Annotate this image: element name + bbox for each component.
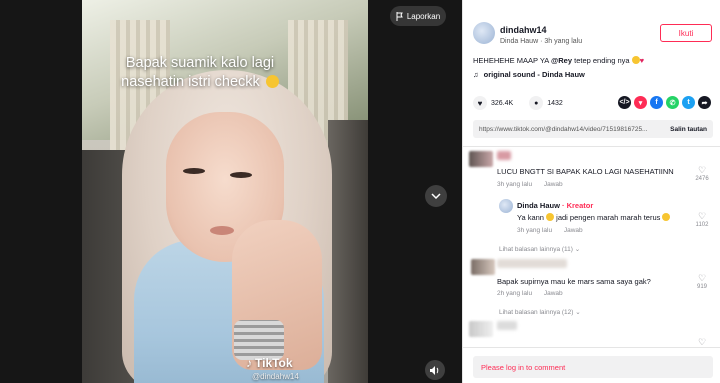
reply-button[interactable]: Jawab (564, 227, 583, 234)
share-arrow-icon[interactable]: ➦ (698, 96, 711, 109)
share-icons: </> ▾ f ✆ t ➦ (618, 96, 711, 109)
view-more-label: Lihat balasan lainnya (11) (499, 246, 573, 253)
commenter-avatar[interactable] (469, 321, 493, 337)
post-time: 3h yang lalu (544, 38, 583, 45)
reply-author-name[interactable]: Dinda Hauw (517, 201, 560, 210)
car-door (328, 120, 368, 383)
comment-like-count: 919 (696, 284, 707, 290)
creator-badge: · Kreator (562, 201, 594, 210)
comment-text: LUCU BNGTT SI BAPAK KALO LAGI NASEHATIIN… (497, 167, 674, 176)
like-count: 326.4K (491, 99, 514, 107)
tiktok-logo-icon: ♪ (246, 356, 252, 370)
post-description: HEHEHEHE MAAP YA @Rey tetep ending nya ♥ (473, 56, 644, 65)
author-avatar[interactable] (473, 22, 495, 44)
laughing-emoji-icon (265, 75, 279, 88)
person-eye-right (230, 172, 252, 178)
author-display-name: Dinda Hauw (500, 38, 539, 45)
comment-like-button[interactable]: ♡ 2476 (695, 165, 709, 182)
embed-icon[interactable]: </> (618, 96, 631, 109)
commenter-name[interactable] (497, 321, 517, 332)
chevron-down-icon: ⌄ (574, 246, 581, 253)
login-to-comment-button[interactable]: Please log in to comment (473, 356, 713, 378)
author-subline: Dinda Hauw · 3h yang lalu (500, 38, 582, 45)
video-caption: Bapak suamik kalo lagi nasehatin istri c… (100, 54, 300, 92)
reply-button[interactable]: Jawab (544, 181, 563, 188)
send-icon[interactable]: ▾ (634, 96, 647, 109)
tiktok-brand: TikTok (255, 356, 293, 370)
person-eye-left (183, 168, 205, 174)
twitter-icon[interactable]: t (682, 96, 695, 109)
reply-text-b: jadi pengen marah marah terus (554, 213, 663, 222)
flag-icon (396, 11, 403, 21)
comment-text: Bapak supirnya mau ke mars sama saya gak… (497, 277, 651, 286)
follow-button[interactable]: Ikuti (660, 24, 712, 42)
sound-link[interactable]: ♫ original sound - Dinda Hauw (473, 70, 585, 79)
heart-emoji-icon: ♥ (639, 56, 645, 65)
like-button[interactable]: ♥ (473, 96, 487, 110)
volume-button[interactable] (425, 360, 445, 380)
reply-time: 3h yang lalu (517, 227, 553, 234)
whatsapp-icon[interactable]: ✆ (666, 96, 679, 109)
comment-like-button[interactable]: ♡ 919 (695, 273, 709, 290)
heart-icon: ♥ (477, 98, 483, 108)
grin-emoji-icon (631, 56, 640, 64)
copy-link-box: https://www.tiktok.com/@dindahw14/video/… (473, 120, 713, 138)
reply-avatar[interactable] (499, 199, 513, 213)
comment-like-count: 2476 (695, 176, 709, 182)
description-suffix: tetep ending nya (572, 56, 630, 65)
report-label: Laporkan (406, 11, 441, 21)
comment-icon: ● (534, 99, 539, 107)
report-button[interactable]: Laporkan (390, 6, 446, 26)
commenter-name[interactable] (497, 259, 567, 270)
smile-emoji-icon (662, 213, 671, 221)
reply-like-button[interactable]: ♡ 1102 (695, 211, 709, 228)
music-note-icon: ♫ (473, 70, 479, 79)
commenter-avatar[interactable] (469, 151, 493, 167)
person-lips (210, 226, 234, 235)
speaker-icon (430, 365, 439, 375)
mention-link[interactable]: @Rey (551, 56, 572, 65)
video-player[interactable]: Bapak suamik kalo lagi nasehatin istri c… (0, 0, 462, 383)
reply-meta: 3h yang lalu Jawab (517, 227, 583, 234)
reply-button[interactable]: Jawab (544, 290, 563, 297)
heart-outline-icon: ♡ (697, 165, 707, 175)
comment-like-button[interactable]: ♡ (695, 337, 709, 347)
next-video-button[interactable] (425, 185, 447, 207)
reply-like-count: 1102 (695, 222, 709, 228)
heart-outline-icon: ♡ (697, 337, 707, 347)
reply-text-a: Ya kann (517, 213, 544, 222)
comment-meta: 2h yang lalu Jawab (497, 290, 563, 297)
tiktok-watermark-handle: @dindahw14 (252, 372, 299, 381)
wristwatch (234, 320, 284, 360)
commenter-name[interactable] (497, 151, 511, 162)
description-prefix: HEHEHEHE MAAP YA (473, 56, 551, 65)
comment-count: 1432 (547, 99, 563, 107)
comment-login-bar: Please log in to comment (463, 347, 720, 383)
commenter-avatar[interactable] (471, 259, 495, 275)
comment-time: 2h yang lalu (497, 290, 533, 297)
tiktok-watermark: ♪ TikTok (246, 356, 293, 370)
heart-outline-icon: ♡ (697, 211, 707, 221)
author-username[interactable]: dindahw14 (500, 25, 547, 35)
chevron-down-icon (431, 193, 441, 199)
sound-title: original sound - Dinda Hauw (483, 70, 585, 79)
view-more-replies[interactable]: Lihat balasan lainnya (11) ⌄ (499, 245, 580, 253)
view-more-label: Lihat balasan lainnya (12) (499, 309, 574, 316)
facebook-icon[interactable]: f (650, 96, 663, 109)
engagement-stats: ♥ 326.4K ● 1432 (473, 96, 563, 110)
heart-outline-icon: ♡ (697, 273, 707, 283)
post-details-panel: dindahw14 Dinda Hauw · 3h yang lalu Ikut… (462, 0, 720, 383)
reply-author: Dinda Hauw · Kreator (517, 201, 593, 210)
comment-button[interactable]: ● (529, 96, 544, 110)
video-caption-text: Bapak suamik kalo lagi nasehatin istri c… (121, 55, 275, 90)
comment-time: 3h yang lalu (497, 181, 533, 188)
reply-text: Ya kann jadi pengen marah marah terus (517, 213, 671, 222)
comment-meta: 3h yang lalu Jawab (497, 181, 563, 188)
view-more-replies[interactable]: Lihat balasan lainnya (12) ⌄ (499, 308, 581, 316)
video-link[interactable]: https://www.tiktok.com/@dindahw14/video/… (473, 126, 653, 133)
copy-link-button[interactable]: Salin tautan (670, 126, 713, 133)
chevron-down-icon: ⌄ (575, 309, 581, 316)
smile-emoji-icon (546, 213, 555, 221)
comment-list[interactable]: LUCU BNGTT SI BAPAK KALO LAGI NASEHATIIN… (463, 147, 720, 347)
